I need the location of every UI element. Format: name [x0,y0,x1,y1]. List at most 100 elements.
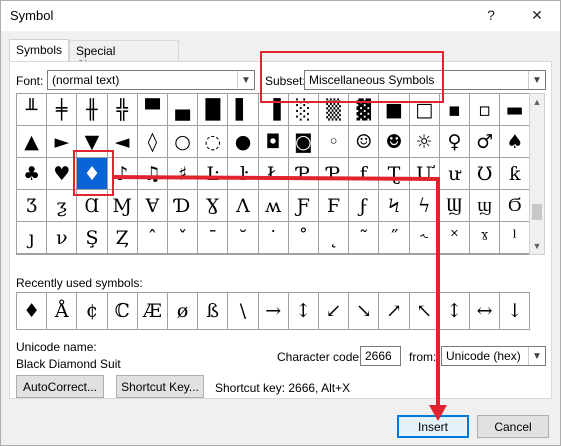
symbol-cell[interactable]: ☺ [349,126,380,158]
symbol-cell[interactable]: ► [47,126,78,158]
grid-scrollbar[interactable]: ▲ ▼ [529,93,545,255]
character-code-input[interactable]: 2666 [360,346,401,366]
symbol-cell[interactable]: ▲ [17,126,48,158]
symbol-cell[interactable]: Ƥ [288,158,319,190]
font-dropdown[interactable]: (normal text) ▼ [47,70,255,90]
scroll-down-icon[interactable]: ▼ [530,238,544,254]
recent-symbol-cell[interactable]: ↓ [500,293,531,329]
help-button[interactable]: ? [477,4,505,26]
symbol-cell[interactable]: ╨ [17,94,48,126]
symbol-cell[interactable]: Ŀ [198,158,229,190]
recent-symbol-cell[interactable]: ↗ [379,293,410,329]
symbol-cell[interactable]: ˛ [319,222,350,254]
symbol-cell[interactable]: ♫ [137,158,168,190]
tab-symbols[interactable]: Symbols [9,39,69,62]
symbol-cell[interactable]: ◙ [288,126,319,158]
symbol-cell[interactable]: ˡ [500,222,531,254]
symbol-cell[interactable]: █ [198,94,229,126]
tab-special-characters[interactable]: Special Characters [69,40,179,72]
symbol-cell[interactable]: Ʌ [228,190,259,222]
symbol-cell[interactable]: ư [439,158,470,190]
symbol-cell[interactable]: Ư [409,158,440,190]
recent-symbol-cell[interactable]: \ [228,293,259,329]
symbol-cell[interactable]: Ƒ [288,190,319,222]
symbol-cell[interactable]: ■ [379,94,410,126]
symbol-cell[interactable]: ╬ [107,94,138,126]
symbol-cell[interactable]: ♯ [168,158,199,190]
scroll-up-icon[interactable]: ▲ [530,94,544,110]
symbol-cell[interactable]: ● [228,126,259,158]
symbol-cell[interactable]: ▒ [319,94,350,126]
recent-symbol-cell[interactable]: → [259,293,289,329]
symbol-cell[interactable]: □ [409,94,440,126]
symbol-cell[interactable]: ♠ [500,126,531,158]
recent-symbol-cell[interactable]: ↖ [410,293,440,329]
recent-symbol-cell[interactable]: Å [47,293,78,329]
recent-symbol-cell[interactable]: ↙ [319,293,350,329]
recent-symbol-cell[interactable]: ℂ [108,293,138,329]
symbol-cell[interactable]: ▄ [168,94,199,126]
symbol-cell[interactable]: ♣ [17,158,48,190]
symbol-cell[interactable]: ȷ [17,222,48,254]
recent-symbol-cell[interactable]: Æ [138,293,168,329]
symbol-cell[interactable]: Ƥ [319,158,350,190]
symbol-cell[interactable]: ϝ [349,190,380,222]
symbol-cell[interactable]: ˝ [379,222,410,254]
subset-dropdown[interactable]: Miscellaneous Symbols ▼ [304,70,546,90]
symbol-cell[interactable]: ƺ [47,190,78,222]
symbol-cell[interactable]: Ȥ [107,222,138,254]
symbol-cell[interactable]: ▓ [349,94,380,126]
symbol-cell[interactable]: ♀ [439,126,470,158]
symbol-cell[interactable]: ○ [168,126,199,158]
symbol-cell[interactable]: ν [47,222,78,254]
symbol-cell[interactable]: ▀ [137,94,168,126]
symbol-cell[interactable]: ƭ [349,158,380,190]
symbol-cell[interactable]: ▐ [258,94,289,126]
scroll-thumb[interactable] [532,204,542,220]
symbol-cell[interactable]: ☻ [379,126,410,158]
symbol-cell[interactable]: Ϝ [319,190,350,222]
recent-symbol-cell[interactable]: ß [198,293,229,329]
symbol-cell[interactable]: Ł [258,158,289,190]
symbol-cell[interactable]: ▌ [228,94,259,126]
symbol-cell[interactable]: ◦ [319,126,350,158]
symbol-cell[interactable]: Ɑ [77,190,108,222]
recent-symbol-cell[interactable]: ¢ [77,293,108,329]
symbol-cell[interactable]: ╫ [77,94,108,126]
autocorrect-button[interactable]: AutoCorrect... [16,375,104,398]
symbol-cell[interactable]: ˚ [288,222,319,254]
symbol-cell[interactable]: ♦ [77,158,108,190]
recent-symbol-cell[interactable]: ø [168,293,199,329]
symbol-cell[interactable]: Ɱ [107,190,138,222]
recent-symbol-cell[interactable]: ♦ [17,293,48,329]
symbol-cell[interactable]: ˠ [470,222,501,254]
symbol-cell[interactable]: ▬ [500,94,531,126]
symbol-cell[interactable]: ƙ [500,158,531,190]
symbol-cell[interactable]: ☼ [409,126,440,158]
symbol-cell[interactable]: ◊ [137,126,168,158]
symbol-cell[interactable]: ♥ [47,158,78,190]
symbol-cell[interactable]: ♪ [107,158,138,190]
symbol-cell[interactable]: ˙ [258,222,289,254]
symbol-cell[interactable]: Ϣ [439,190,470,222]
symbol-cell[interactable]: ŀ [228,158,259,190]
recent-symbol-cell[interactable]: ↘ [349,293,380,329]
symbol-cell[interactable]: ˞ [409,222,440,254]
cancel-button[interactable]: Cancel [477,415,549,438]
symbol-cell[interactable]: Ɗ [168,190,199,222]
symbol-cell[interactable]: ◌ [198,126,229,158]
close-button[interactable]: ✕ [523,4,551,26]
symbol-cell[interactable]: ϣ [470,190,501,222]
insert-button[interactable]: Insert [397,415,469,438]
symbol-cell[interactable]: ˉ [198,222,229,254]
symbol-cell[interactable]: Ʊ [470,158,501,190]
symbol-cell[interactable]: Ϟ [379,190,410,222]
symbol-cell[interactable]: ϟ [409,190,440,222]
symbol-cell[interactable]: ◄ [107,126,138,158]
symbol-cell[interactable]: ▫ [470,94,501,126]
symbol-cell[interactable]: Ɐ [137,190,168,222]
symbol-cell[interactable]: ▼ [77,126,108,158]
recent-symbol-cell[interactable]: ↕ [440,293,470,329]
from-dropdown[interactable]: Unicode (hex) ▼ [441,346,546,366]
symbol-cell[interactable]: ◘ [258,126,289,158]
